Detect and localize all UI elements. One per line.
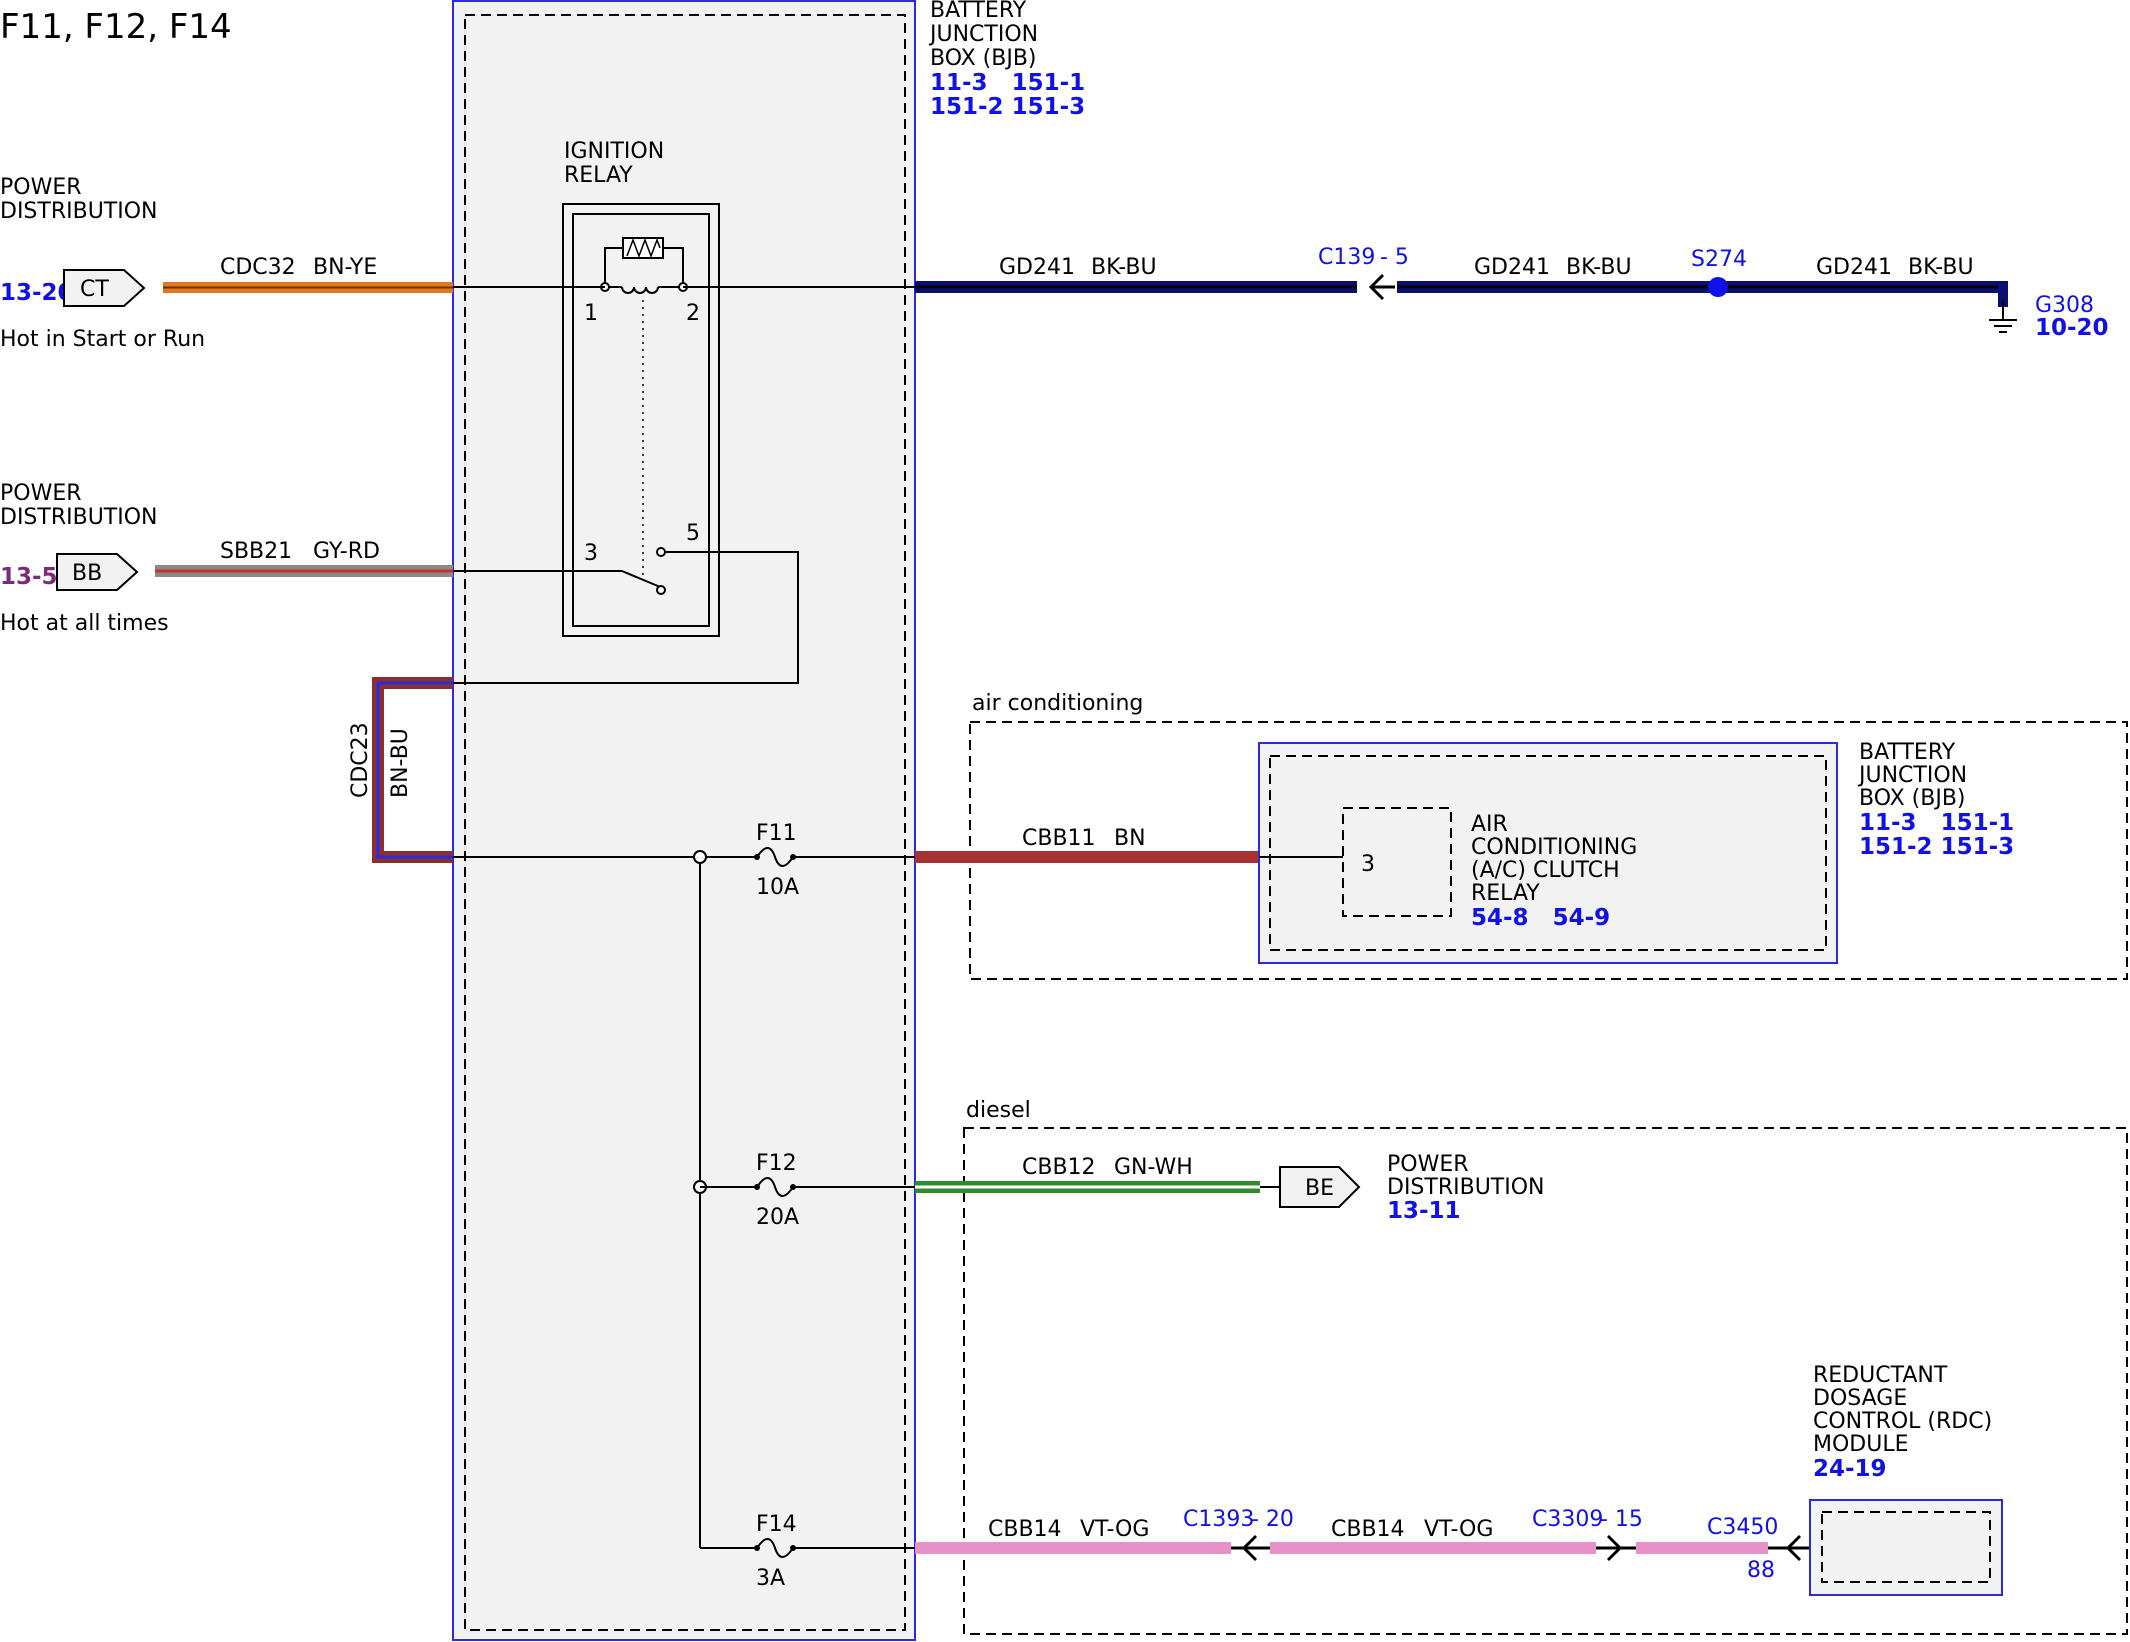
relay-pin-3: 3	[584, 541, 598, 566]
rdc-ref-link[interactable]: 24-19	[1813, 1456, 1887, 1482]
wire-cbb14-seg1	[915, 1542, 1231, 1554]
diesel-option-label: diesel	[966, 1098, 1031, 1123]
ac-relay-name-line-3: (A/C) CLUTCH	[1471, 858, 1620, 883]
ac-bjb-name-line-1: BATTERY	[1859, 740, 1956, 765]
connector-ct-label: CT	[80, 277, 109, 302]
ac-relay-name-line-2: CONDITIONING	[1471, 835, 1637, 860]
connector-c139-icon	[1368, 273, 1395, 301]
diagram-title: F11, F12, F14	[0, 7, 232, 47]
ac-relay-pin: 3	[1361, 852, 1375, 877]
ac-relay-ref-link[interactable]: 54-8 54-9	[1471, 905, 1610, 931]
diesel-pd-ref-link[interactable]: 13-11	[1387, 1198, 1461, 1224]
rdc-name-line-2: DOSAGE	[1813, 1386, 1907, 1411]
ac-bjb-name-line-2: JUNCTION	[1857, 763, 1967, 788]
wire-gd241-seg2-circuit: GD241	[1474, 255, 1550, 280]
connector-c139-link[interactable]: C139	[1318, 245, 1375, 270]
ac-bjb-ref-link-1[interactable]: 11-3 151-1	[1859, 810, 2014, 836]
ac-relay-name-line-1: AIR	[1471, 812, 1508, 837]
connector-c3309-pin: - 15	[1600, 1507, 1643, 1532]
wire-cbb14-seg1-circuit: CBB14	[988, 1517, 1062, 1542]
fuse-f12-rating: 20A	[756, 1205, 799, 1230]
rdc-name-line-1: REDUCTANT	[1813, 1363, 1948, 1388]
ac-bjb-name-line-3: BOX (BJB)	[1859, 786, 1966, 811]
ignition-relay-label-1: IGNITION	[564, 139, 664, 164]
input-ct-ref-link[interactable]: 13-20	[0, 280, 74, 306]
connector-c3450-pin: 88	[1747, 1558, 1775, 1583]
wire-cdc32-color: BN-YE	[313, 255, 377, 280]
wire-cbb14-seg3	[1636, 1542, 1768, 1554]
rdc-module-box	[1809, 1499, 2003, 1596]
ac-bjb-ref-link-2[interactable]: 151-2 151-3	[1859, 834, 2014, 860]
input-bb-power: POWER DISTRIBUTION 13-5 BB SBB21 GY-RD H…	[0, 481, 453, 636]
fuse-f12-name: F12	[756, 1151, 797, 1176]
wire-cbb14-seg1-color: VT-OG	[1080, 1517, 1149, 1542]
wire-gd241-seg3-circuit: GD241	[1816, 255, 1892, 280]
wire-cbb11	[915, 851, 1259, 863]
jumper-cdc23-color: BN-BU	[388, 728, 413, 798]
diesel-pd-line-1: POWER	[1387, 1152, 1469, 1177]
wire-cbb11-color: BN	[1114, 826, 1146, 851]
connector-c139-pin: - 5	[1380, 245, 1409, 270]
splice-s274-link[interactable]: S274	[1691, 247, 1747, 272]
input-bb-note: Hot at all times	[0, 611, 169, 636]
input-ct-note: Hot in Start or Run	[0, 327, 205, 352]
wire-cbb12-color: GN-WH	[1114, 1155, 1193, 1180]
input-ct-source-line-2: DISTRIBUTION	[0, 199, 158, 224]
input-bb-ref-link[interactable]: 13-5	[0, 564, 58, 590]
wire-gd241-seg1-color: BK-BU	[1091, 255, 1157, 280]
wire-sbb21-circuit: SBB21	[220, 539, 292, 564]
bjb-outer-box	[452, 0, 916, 1641]
diesel-pd-line-2: DISTRIBUTION	[1387, 1175, 1545, 1200]
ac-option-label: air conditioning	[972, 691, 1143, 716]
diesel-option: diesel CBB12 GN-WH BE POWER DISTRIBUTION…	[915, 1098, 2128, 1635]
relay-pin-5: 5	[686, 521, 700, 546]
ground-g308-ref-link[interactable]: 10-20	[2035, 315, 2109, 341]
fuse-f11-name: F11	[756, 821, 797, 846]
bjb-main-label: BATTERY JUNCTION BOX (BJB) 11-3 151-1 15…	[928, 0, 1085, 120]
input-ct-source-line-1: POWER	[0, 175, 82, 200]
wire-cbb14-seg2	[1270, 1542, 1596, 1554]
fuse-f11-rating: 10A	[756, 875, 799, 900]
rdc-name-line-4: MODULE	[1813, 1432, 1909, 1457]
connector-be-label: BE	[1305, 1176, 1334, 1201]
wire-cdc32-circuit: CDC32	[220, 255, 296, 280]
wire-gd241-seg2-color: BK-BU	[1566, 255, 1632, 280]
bjb-ref-link-1[interactable]: 11-3 151-1	[930, 70, 1085, 96]
bjb-ref-link-2[interactable]: 151-2 151-3	[930, 94, 1085, 120]
bjb-name-line-1: BATTERY	[930, 0, 1027, 23]
connector-c3450-link[interactable]: C3450	[1707, 1515, 1778, 1540]
rdc-name-line-3: CONTROL (RDC)	[1813, 1409, 1992, 1434]
connector-c1393-pin: - 20	[1251, 1507, 1294, 1532]
input-bb-source-line-1: POWER	[0, 481, 82, 506]
relay-pin-2: 2	[686, 301, 700, 326]
relay-pin-1: 1	[584, 301, 598, 326]
splice-s274-icon	[1708, 277, 1728, 297]
wire-cbb14-seg2-circuit: CBB14	[1331, 1517, 1405, 1542]
fuse-f14-name: F14	[756, 1512, 797, 1537]
wiring-diagram: F11, F12, F14 BATTERY JUNCTION BOX (BJB)…	[0, 0, 2128, 1641]
jumper-cdc23: CDC23 BN-BU	[348, 677, 453, 863]
connector-c3309-icon	[1596, 1534, 1636, 1562]
input-bb-source-line-2: DISTRIBUTION	[0, 505, 158, 530]
bjb-name-line-3: BOX (BJB)	[930, 46, 1037, 71]
ac-option: air conditioning CBB11 BN 3 AIR CONDITIO…	[915, 691, 2128, 980]
bjb-enclosure	[452, 0, 916, 1641]
wire-cbb14-seg2-color: VT-OG	[1424, 1517, 1493, 1542]
connector-c3309-link[interactable]: C3309	[1532, 1507, 1603, 1532]
connector-c1393-icon	[1231, 1534, 1270, 1562]
wire-gd241-seg1-circuit: GD241	[999, 255, 1075, 280]
wire-gd241-seg3-color: BK-BU	[1908, 255, 1974, 280]
bus-node-f11	[693, 850, 707, 864]
jumper-cdc23-circuit: CDC23	[348, 722, 373, 798]
wire-sbb21-color: GY-RD	[313, 539, 380, 564]
connector-c1393-link[interactable]: C1393	[1183, 1507, 1254, 1532]
ac-relay-name-line-4: RELAY	[1471, 881, 1540, 906]
bjb-name-line-2: JUNCTION	[928, 22, 1038, 47]
connector-bb-label: BB	[72, 561, 102, 586]
wire-cbb11-circuit: CBB11	[1022, 826, 1096, 851]
ignition-relay-label-2: RELAY	[564, 163, 633, 188]
wire-cbb12-circuit: CBB12	[1022, 1155, 1096, 1180]
fuse-f14-rating: 3A	[756, 1566, 785, 1591]
